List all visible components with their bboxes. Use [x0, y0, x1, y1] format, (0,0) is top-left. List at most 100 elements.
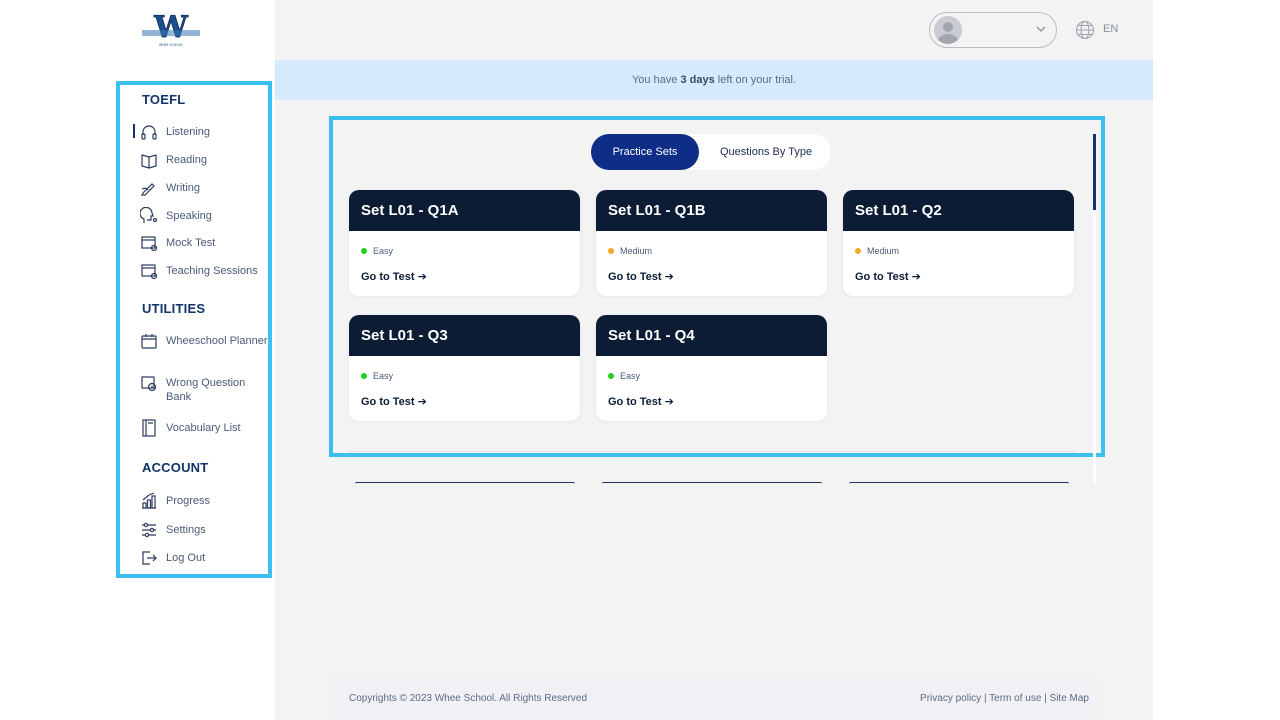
difficulty-badge: Easy	[361, 246, 393, 256]
sidebar-item-label: Wheeschool Planner	[166, 335, 268, 347]
difficulty-label: Medium	[620, 246, 653, 256]
sidebar-item-mock-test[interactable]: Mock Test	[140, 236, 268, 252]
difficulty-dot-icon	[608, 373, 614, 379]
sidebar-item-label: Writing	[166, 182, 201, 194]
scrollbar[interactable]	[1093, 134, 1096, 484]
difficulty-badge: Medium	[855, 246, 899, 256]
sidebar-item-label: Wrong Question Bank	[166, 377, 246, 403]
topbar: EN	[275, 0, 1153, 60]
section-toefl: TOEFL	[142, 92, 186, 107]
arrow-right-icon: ➔	[664, 396, 674, 408]
go-to-test-link[interactable]: Go to Test ➔	[855, 270, 921, 283]
calendar-icon	[141, 334, 157, 349]
card-title: Set L01 - Q1A	[349, 190, 580, 231]
user-icon	[937, 22, 959, 44]
trial-days: 3 days	[680, 74, 715, 86]
page-margin	[1153, 0, 1280, 720]
difficulty-dot-icon	[361, 373, 367, 379]
language-selector[interactable]: EN	[1103, 23, 1118, 35]
question-bank-icon	[141, 376, 157, 392]
difficulty-badge: Easy	[361, 371, 393, 381]
practice-set-card: Set L01 - Q4 Easy Go to Test ➔	[596, 315, 827, 421]
card-title: Set L01 - Q2	[843, 190, 1074, 231]
difficulty-badge: Easy	[608, 371, 640, 381]
sidebar-item-planner[interactable]: Wheeschool Planner	[140, 334, 268, 350]
app-root: W WHEE SCHOOL TOEFL Listening Reading Wr…	[0, 0, 1280, 720]
trial-banner: You have 3 days left on your trial.	[275, 60, 1153, 100]
active-indicator	[133, 124, 135, 138]
card-peek	[849, 482, 1069, 484]
go-to-test-link[interactable]: Go to Test ➔	[608, 270, 674, 283]
footer-links[interactable]: Privacy policy | Term of use | Site Map	[920, 693, 1089, 704]
card-peek	[355, 482, 575, 484]
sidebar-item-label: Teaching Sessions	[166, 265, 258, 277]
go-to-test-link[interactable]: Go to Test ➔	[608, 395, 674, 408]
whee-school-logo[interactable]: W WHEE SCHOOL	[140, 10, 202, 50]
go-to-test-label: Go to Test	[361, 396, 415, 408]
notebook-icon	[142, 419, 156, 437]
scrollbar-thumb[interactable]	[1093, 134, 1096, 210]
sidebar-item-teaching-sessions[interactable]: Teaching Sessions	[140, 264, 268, 280]
footer: Copyrights © 2023 Whee School. All Right…	[333, 676, 1097, 720]
logout-icon	[142, 551, 157, 565]
book-icon	[141, 154, 157, 169]
tab-questions-by-type[interactable]: Questions By Type	[701, 134, 831, 170]
avatar	[934, 16, 962, 44]
sidebar-item-settings[interactable]: Settings	[140, 522, 268, 539]
svg-text:WHEE SCHOOL: WHEE SCHOOL	[159, 43, 183, 47]
go-to-test-label: Go to Test	[855, 271, 909, 283]
pen-icon	[141, 183, 155, 196]
tab-practice-sets[interactable]: Practice Sets	[591, 134, 699, 170]
speaking-icon	[140, 207, 158, 223]
divider	[349, 451, 1075, 452]
practice-set-card: Set L01 - Q1A Easy Go to Test ➔	[349, 190, 580, 296]
difficulty-label: Easy	[373, 371, 394, 381]
sidebar: W WHEE SCHOOL TOEFL Listening Reading Wr…	[116, 0, 275, 720]
go-to-test-link[interactable]: Go to Test ➔	[361, 395, 427, 408]
difficulty-label: Easy	[373, 246, 394, 256]
card-title: Set L01 - Q4	[596, 315, 827, 356]
sidebar-item-wrong-question-bank[interactable]: Wrong Question Bank	[140, 376, 268, 404]
globe-icon[interactable]	[1075, 20, 1095, 40]
chart-icon	[142, 492, 156, 509]
sidebar-item-label: Reading	[166, 154, 207, 166]
card-peek	[602, 482, 822, 484]
teaching-icon	[141, 264, 158, 280]
sidebar-item-label: Mock Test	[166, 237, 216, 249]
main-area: EN You have 3 days left on your trial. P…	[275, 0, 1153, 720]
sidebar-item-reading[interactable]: Reading	[140, 153, 268, 169]
section-account: ACCOUNT	[142, 460, 209, 475]
trial-text-prefix: You have	[631, 74, 681, 86]
arrow-right-icon: ➔	[417, 396, 427, 408]
user-menu-dropdown[interactable]	[929, 12, 1057, 48]
arrow-right-icon: ➔	[911, 271, 921, 283]
difficulty-dot-icon	[855, 248, 861, 254]
sidebar-item-writing[interactable]: Writing	[140, 181, 268, 197]
sidebar-item-progress[interactable]: Progress	[140, 492, 268, 510]
card-title: Set L01 - Q3	[349, 315, 580, 356]
difficulty-dot-icon	[608, 248, 614, 254]
sidebar-item-vocabulary-list[interactable]: Vocabulary List	[140, 419, 268, 437]
sidebar-item-label: Log Out	[166, 552, 206, 564]
section-utilities: UTILITIES	[142, 301, 206, 316]
view-toggle: Practice Sets Questions By Type	[591, 134, 831, 170]
practice-set-card: Set L01 - Q2 Medium Go to Test ➔	[843, 190, 1074, 296]
chevron-down-icon	[1036, 26, 1046, 32]
sidebar-item-log-out[interactable]: Log Out	[140, 551, 268, 567]
go-to-test-link[interactable]: Go to Test ➔	[361, 270, 427, 283]
sidebar-item-listening[interactable]: Listening	[140, 125, 268, 141]
copyright-text: Copyrights © 2023 Whee School. All Right…	[349, 693, 588, 704]
difficulty-dot-icon	[361, 248, 367, 254]
go-to-test-label: Go to Test	[361, 271, 415, 283]
mock-test-icon	[141, 236, 158, 252]
go-to-test-label: Go to Test	[608, 271, 662, 283]
sidebar-item-speaking[interactable]: Speaking	[140, 207, 268, 225]
difficulty-badge: Medium	[608, 246, 652, 256]
trial-text-suffix: left on your trial.	[714, 74, 797, 86]
card-title: Set L01 - Q1B	[596, 190, 827, 231]
arrow-right-icon: ➔	[417, 271, 427, 283]
headphones-icon	[141, 125, 157, 140]
svg-text:W: W	[153, 10, 189, 45]
difficulty-label: Easy	[620, 371, 641, 381]
sliders-icon	[142, 522, 156, 538]
